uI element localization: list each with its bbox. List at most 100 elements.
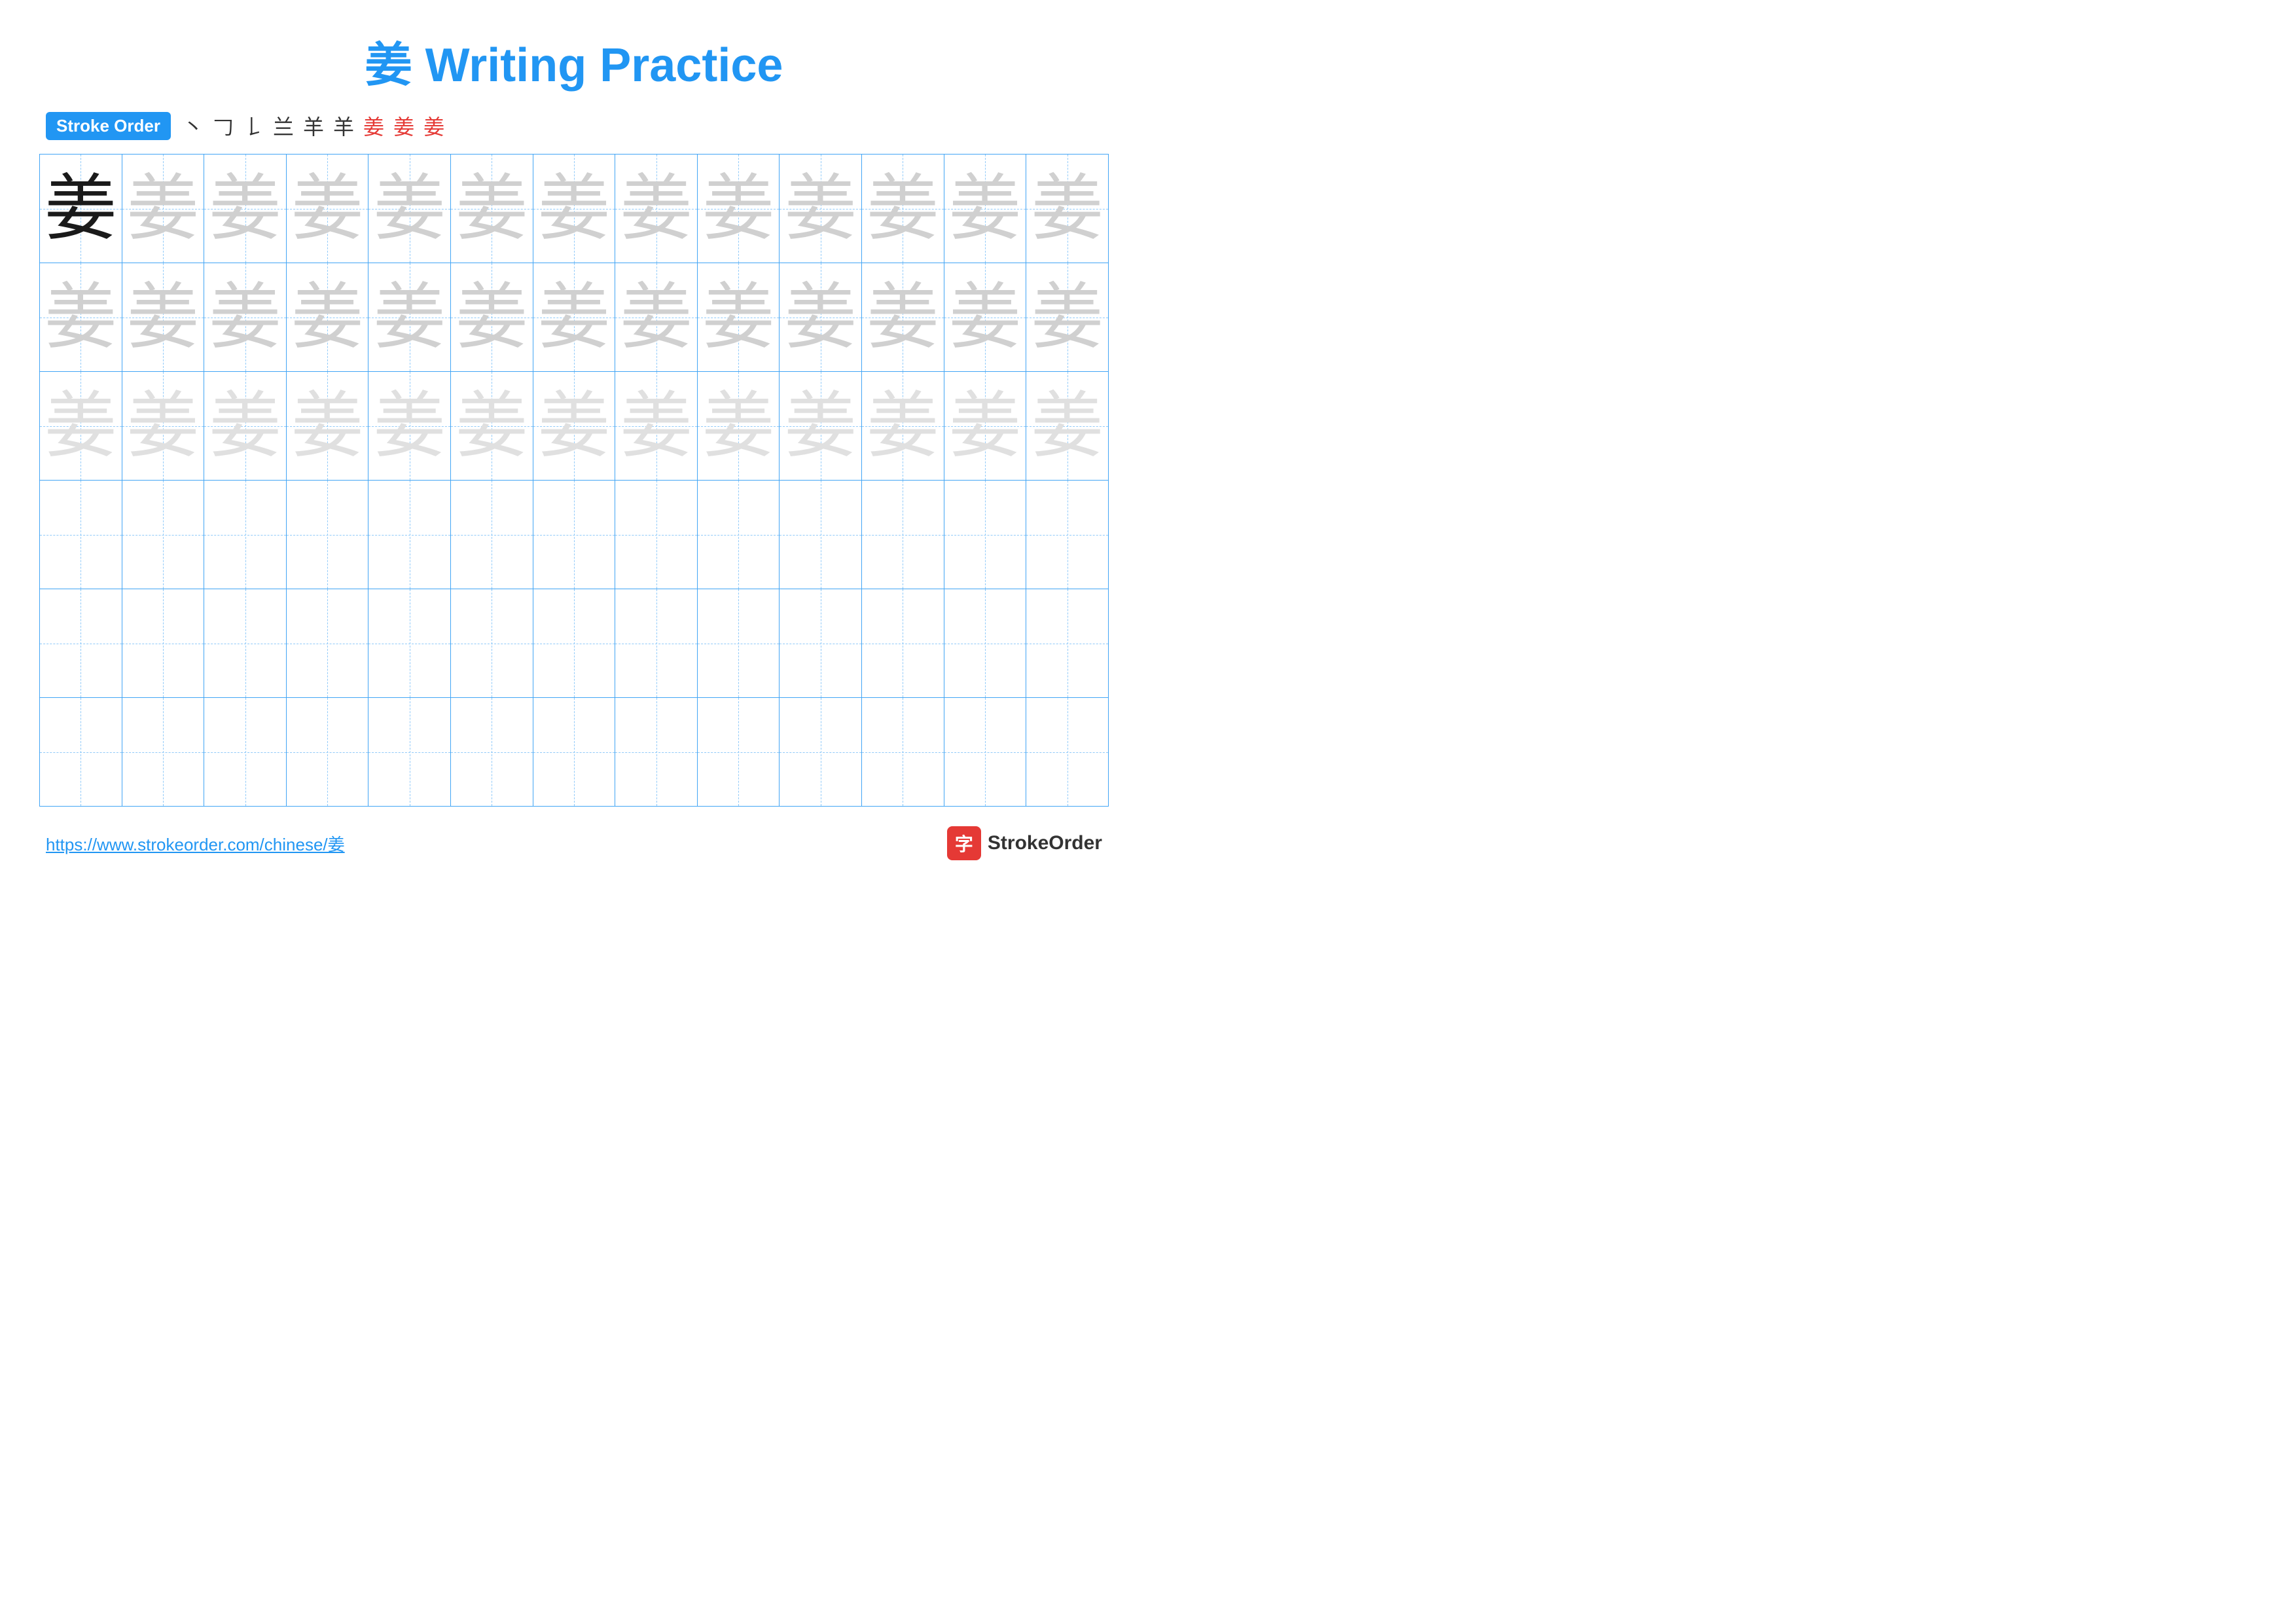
grid-cell-6-9[interactable] bbox=[698, 698, 780, 806]
grid-cell-2-11[interactable]: 姜 bbox=[862, 263, 944, 371]
grid-cell-2-13[interactable]: 姜 bbox=[1026, 263, 1108, 371]
grid-cell-6-2[interactable] bbox=[122, 698, 205, 806]
char-display: 姜 bbox=[538, 390, 610, 462]
grid-cell-4-11[interactable] bbox=[862, 481, 944, 589]
grid-cell-1-10[interactable]: 姜 bbox=[780, 155, 862, 263]
grid-cell-5-2[interactable] bbox=[122, 589, 205, 697]
grid-cell-1-2[interactable]: 姜 bbox=[122, 155, 205, 263]
grid-cell-1-13[interactable]: 姜 bbox=[1026, 155, 1108, 263]
grid-cell-3-7[interactable]: 姜 bbox=[533, 372, 616, 480]
grid-row-4 bbox=[40, 481, 1108, 589]
grid-cell-2-2[interactable]: 姜 bbox=[122, 263, 205, 371]
grid-cell-4-13[interactable] bbox=[1026, 481, 1108, 589]
char-display: 姜 bbox=[374, 173, 446, 245]
grid-cell-3-12[interactable]: 姜 bbox=[944, 372, 1027, 480]
grid-cell-6-13[interactable] bbox=[1026, 698, 1108, 806]
grid-cell-1-11[interactable]: 姜 bbox=[862, 155, 944, 263]
grid-cell-1-12[interactable]: 姜 bbox=[944, 155, 1027, 263]
grid-cell-6-5[interactable] bbox=[368, 698, 451, 806]
stroke-step-1: 丶 bbox=[183, 111, 204, 141]
page-title: 姜 Writing Practice bbox=[39, 26, 1109, 95]
grid-cell-2-12[interactable]: 姜 bbox=[944, 263, 1027, 371]
grid-cell-6-7[interactable] bbox=[533, 698, 616, 806]
grid-cell-5-12[interactable] bbox=[944, 589, 1027, 697]
grid-cell-5-5[interactable] bbox=[368, 589, 451, 697]
grid-cell-5-1[interactable] bbox=[40, 589, 122, 697]
grid-cell-1-4[interactable]: 姜 bbox=[287, 155, 369, 263]
grid-cell-4-9[interactable] bbox=[698, 481, 780, 589]
char-display: 姜 bbox=[867, 390, 939, 462]
grid-cell-5-8[interactable] bbox=[615, 589, 698, 697]
grid-cell-3-6[interactable]: 姜 bbox=[451, 372, 533, 480]
stroke-step-9: 姜 bbox=[423, 111, 444, 141]
char-display: 姜 bbox=[291, 390, 363, 462]
grid-cell-5-4[interactable] bbox=[287, 589, 369, 697]
char-display: 姜 bbox=[702, 390, 774, 462]
grid-cell-6-12[interactable] bbox=[944, 698, 1027, 806]
grid-cell-2-4[interactable]: 姜 bbox=[287, 263, 369, 371]
grid-cell-5-3[interactable] bbox=[204, 589, 287, 697]
grid-cell-4-10[interactable] bbox=[780, 481, 862, 589]
grid-cell-4-8[interactable] bbox=[615, 481, 698, 589]
char-display: 姜 bbox=[702, 282, 774, 354]
grid-cell-4-5[interactable] bbox=[368, 481, 451, 589]
grid-cell-3-9[interactable]: 姜 bbox=[698, 372, 780, 480]
char-display: 姜 bbox=[949, 282, 1021, 354]
grid-cell-5-9[interactable] bbox=[698, 589, 780, 697]
grid-cell-2-1[interactable]: 姜 bbox=[40, 263, 122, 371]
grid-cell-5-7[interactable] bbox=[533, 589, 616, 697]
grid-cell-6-4[interactable] bbox=[287, 698, 369, 806]
grid-cell-5-6[interactable] bbox=[451, 589, 533, 697]
grid-cell-2-9[interactable]: 姜 bbox=[698, 263, 780, 371]
grid-cell-1-7[interactable]: 姜 bbox=[533, 155, 616, 263]
footer-url[interactable]: https://www.strokeorder.com/chinese/姜 bbox=[46, 831, 345, 856]
grid-cell-5-10[interactable] bbox=[780, 589, 862, 697]
grid-cell-1-9[interactable]: 姜 bbox=[698, 155, 780, 263]
grid-cell-2-6[interactable]: 姜 bbox=[451, 263, 533, 371]
grid-cell-6-3[interactable] bbox=[204, 698, 287, 806]
grid-cell-3-2[interactable]: 姜 bbox=[122, 372, 205, 480]
grid-cell-4-3[interactable] bbox=[204, 481, 287, 589]
grid-cell-6-11[interactable] bbox=[862, 698, 944, 806]
grid-cell-2-8[interactable]: 姜 bbox=[615, 263, 698, 371]
grid-cell-3-10[interactable]: 姜 bbox=[780, 372, 862, 480]
grid-cell-3-8[interactable]: 姜 bbox=[615, 372, 698, 480]
grid-cell-3-13[interactable]: 姜 bbox=[1026, 372, 1108, 480]
practice-grid: 姜 姜 姜 姜 姜 姜 姜 姜 姜 姜 姜 姜 姜 姜 姜 姜 姜 姜 姜 姜 … bbox=[39, 154, 1109, 807]
grid-cell-2-10[interactable]: 姜 bbox=[780, 263, 862, 371]
char-display: 姜 bbox=[620, 173, 692, 245]
char-display: 姜 bbox=[291, 282, 363, 354]
grid-cell-1-3[interactable]: 姜 bbox=[204, 155, 287, 263]
char-display: 姜 bbox=[45, 282, 117, 354]
char-display: 姜 bbox=[209, 282, 281, 354]
grid-cell-3-5[interactable]: 姜 bbox=[368, 372, 451, 480]
grid-cell-5-13[interactable] bbox=[1026, 589, 1108, 697]
stroke-step-2: 𠃌 bbox=[213, 111, 234, 141]
grid-cell-1-5[interactable]: 姜 bbox=[368, 155, 451, 263]
grid-cell-6-1[interactable] bbox=[40, 698, 122, 806]
grid-cell-2-5[interactable]: 姜 bbox=[368, 263, 451, 371]
grid-cell-3-1[interactable]: 姜 bbox=[40, 372, 122, 480]
grid-cell-1-6[interactable]: 姜 bbox=[451, 155, 533, 263]
grid-cell-2-3[interactable]: 姜 bbox=[204, 263, 287, 371]
grid-cell-1-8[interactable]: 姜 bbox=[615, 155, 698, 263]
grid-cell-6-6[interactable] bbox=[451, 698, 533, 806]
char-display: 姜 bbox=[456, 282, 528, 354]
grid-cell-5-11[interactable] bbox=[862, 589, 944, 697]
grid-cell-4-1[interactable] bbox=[40, 481, 122, 589]
grid-cell-4-7[interactable] bbox=[533, 481, 616, 589]
grid-cell-3-3[interactable]: 姜 bbox=[204, 372, 287, 480]
grid-cell-1-1[interactable]: 姜 bbox=[40, 155, 122, 263]
grid-cell-2-7[interactable]: 姜 bbox=[533, 263, 616, 371]
title-section: 姜 Writing Practice bbox=[39, 26, 1109, 95]
char-display: 姜 bbox=[127, 282, 199, 354]
grid-cell-6-10[interactable] bbox=[780, 698, 862, 806]
grid-cell-4-4[interactable] bbox=[287, 481, 369, 589]
grid-cell-4-6[interactable] bbox=[451, 481, 533, 589]
grid-cell-3-11[interactable]: 姜 bbox=[862, 372, 944, 480]
grid-cell-4-12[interactable] bbox=[944, 481, 1027, 589]
grid-cell-4-2[interactable] bbox=[122, 481, 205, 589]
grid-cell-6-8[interactable] bbox=[615, 698, 698, 806]
char-display: 姜 bbox=[45, 173, 117, 245]
grid-cell-3-4[interactable]: 姜 bbox=[287, 372, 369, 480]
